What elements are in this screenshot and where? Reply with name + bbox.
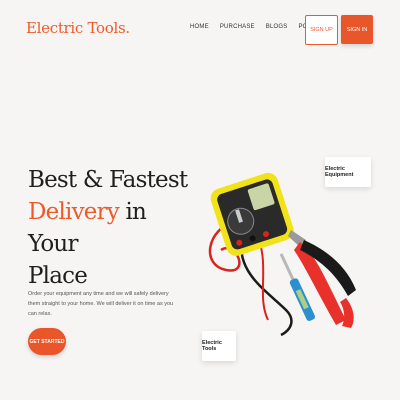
electric-equipment-card[interactable]: Electric Equipment <box>325 157 371 187</box>
nav-item-blogs[interactable]: BLOGS <box>266 24 288 30</box>
sign-in-button[interactable]: SIGN IN <box>341 15 373 44</box>
sign-up-button[interactable]: SIGN UP <box>305 15 338 45</box>
headline-accent: Delivery <box>28 199 120 225</box>
hero-description: Order your equipment any time and we wil… <box>28 291 174 317</box>
pliers <box>288 230 356 328</box>
electric-tools-card[interactable]: Electric Tools <box>202 331 236 361</box>
brand-logo[interactable]: Electric Tools. <box>26 19 130 37</box>
get-started-button[interactable]: GET STARTED <box>28 328 66 355</box>
hero-headline: Best & Fastest Delivery in Your Place <box>28 164 198 292</box>
headline-line-1: Best & Fastest <box>28 167 188 193</box>
headline-line-3: Place <box>28 263 88 289</box>
nav-item-purchase[interactable]: PURCHASE <box>220 24 255 30</box>
nav-item-home[interactable]: HOME <box>190 24 209 30</box>
multimeter <box>210 172 294 256</box>
product-illustration <box>208 172 356 337</box>
